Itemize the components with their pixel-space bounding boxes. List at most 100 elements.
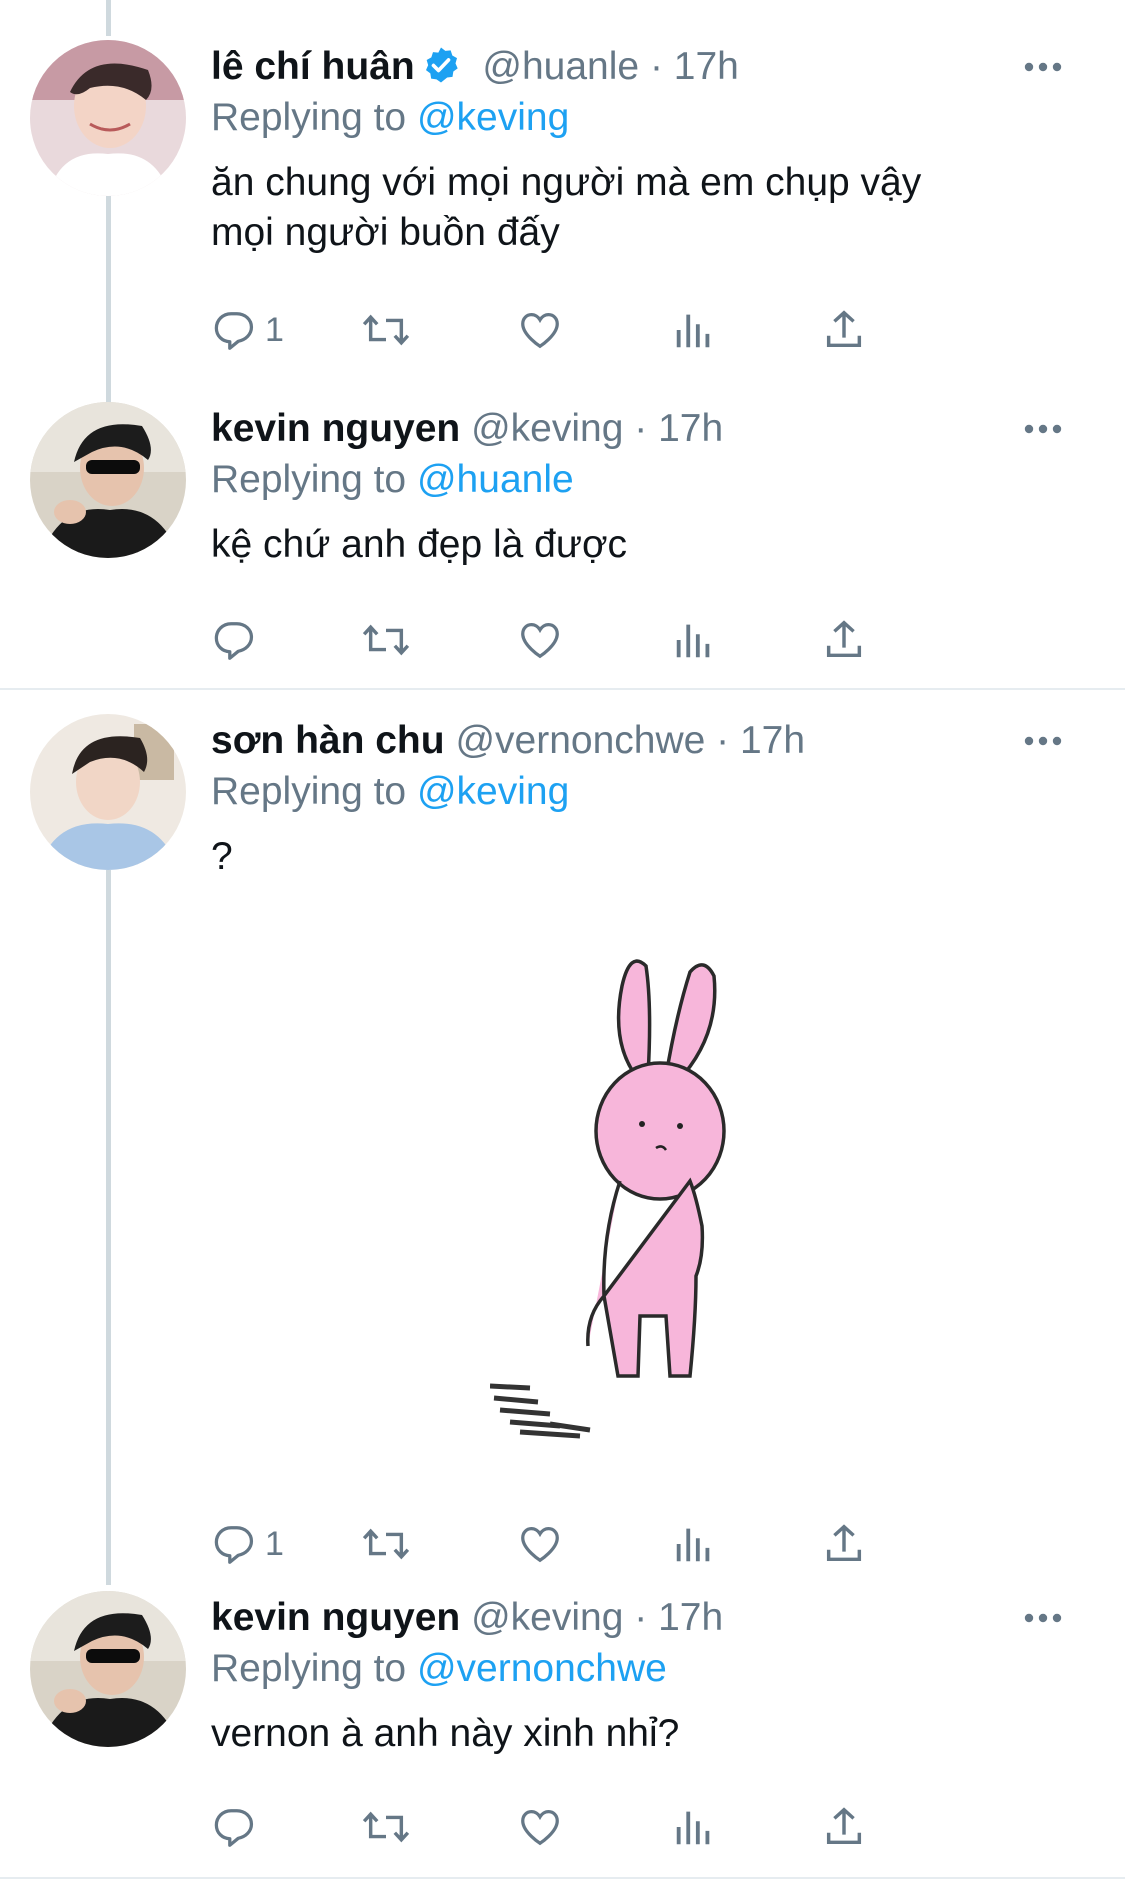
verified-badge-icon bbox=[421, 45, 461, 100]
tweet-text-line: vernon à anh này xinh nhỉ? bbox=[211, 1712, 680, 1755]
like-icon bbox=[517, 307, 563, 353]
analytics-icon bbox=[671, 307, 717, 353]
replying-label: Replying to bbox=[211, 458, 407, 501]
timestamp[interactable]: · 17h bbox=[716, 719, 805, 762]
avatar-photo bbox=[30, 714, 186, 870]
replying-to: Replying to @vernonchwe bbox=[211, 1645, 1101, 1693]
more-dots-icon[interactable] bbox=[1023, 1591, 1083, 1645]
replying-to: Replying to @keving bbox=[211, 768, 1101, 816]
action-bar bbox=[211, 610, 1111, 670]
retweet-icon bbox=[361, 617, 411, 663]
retweet-button[interactable] bbox=[361, 300, 411, 360]
retweet-icon bbox=[361, 1521, 411, 1567]
avatar[interactable] bbox=[30, 402, 186, 558]
analytics-button[interactable] bbox=[671, 610, 717, 670]
display-name[interactable]: sơn hàn chu bbox=[211, 719, 445, 762]
share-icon bbox=[821, 1804, 867, 1850]
avatar-photo bbox=[30, 40, 186, 196]
reply-count: 1 bbox=[265, 310, 284, 349]
like-button[interactable] bbox=[517, 300, 563, 360]
divider-bottom bbox=[0, 1877, 1125, 1879]
display-name[interactable]: kevin nguyen bbox=[211, 407, 460, 450]
like-button[interactable] bbox=[517, 1797, 563, 1857]
like-button[interactable] bbox=[517, 610, 563, 670]
replying-label: Replying to bbox=[211, 770, 407, 813]
avatar[interactable] bbox=[30, 714, 186, 870]
tweet-text-line: kệ chứ anh đẹp là được bbox=[211, 523, 628, 566]
retweet-icon bbox=[361, 307, 411, 353]
replying-to: Replying to @huanle bbox=[211, 456, 1101, 504]
action-bar: 1 bbox=[211, 300, 1111, 360]
timestamp[interactable]: · 17h bbox=[650, 45, 739, 88]
reply-icon bbox=[211, 1804, 257, 1850]
avatar-photo bbox=[30, 1591, 186, 1747]
tweet-text-line: ? bbox=[211, 835, 233, 878]
analytics-button[interactable] bbox=[671, 1797, 717, 1857]
handle[interactable]: @vernonchwe bbox=[455, 719, 705, 762]
share-button[interactable] bbox=[821, 1797, 867, 1857]
tweet-text: ? bbox=[211, 832, 1101, 882]
display-name[interactable]: kevin nguyen bbox=[211, 1596, 460, 1639]
avatar-photo bbox=[30, 402, 186, 558]
tweet-text-line: mọi người buồn đấy bbox=[211, 211, 560, 254]
mention-link[interactable]: @huanle bbox=[417, 458, 574, 501]
like-icon bbox=[517, 1521, 563, 1567]
handle[interactable]: @huanle bbox=[482, 45, 639, 88]
share-button[interactable] bbox=[821, 1514, 867, 1574]
retweet-icon bbox=[361, 1804, 411, 1850]
display-name[interactable]: lê chí huân bbox=[211, 45, 415, 88]
tweet[interactable]: lê chí huân @huanle · 17h Replying to @k… bbox=[0, 40, 1125, 370]
avatar[interactable] bbox=[30, 1591, 186, 1747]
like-icon bbox=[517, 1804, 563, 1850]
reply-icon bbox=[211, 307, 257, 353]
handle[interactable]: @keving bbox=[471, 1596, 623, 1639]
analytics-icon bbox=[671, 1521, 717, 1567]
reply-count: 1 bbox=[265, 1524, 284, 1563]
reply-icon bbox=[211, 617, 257, 663]
reply-icon bbox=[211, 1521, 257, 1567]
analytics-button[interactable] bbox=[671, 300, 717, 360]
avatar[interactable] bbox=[30, 40, 186, 196]
mention-link[interactable]: @keving bbox=[417, 96, 569, 139]
share-icon bbox=[821, 307, 867, 353]
share-icon bbox=[821, 1521, 867, 1567]
reply-button[interactable] bbox=[211, 610, 265, 670]
mention-link[interactable]: @vernonchwe bbox=[417, 1647, 667, 1690]
more-dots-icon[interactable] bbox=[1023, 714, 1083, 768]
analytics-icon bbox=[671, 617, 717, 663]
tweet[interactable]: kevin nguyen @keving · 17h Replying to @… bbox=[0, 1591, 1125, 1871]
timestamp[interactable]: · 17h bbox=[634, 1596, 723, 1639]
replying-to: Replying to @keving bbox=[211, 94, 1101, 142]
retweet-button[interactable] bbox=[361, 1797, 411, 1857]
tweet-text: vernon à anh này xinh nhỉ? bbox=[211, 1709, 1101, 1759]
divider bbox=[0, 688, 1125, 690]
more-dots-icon[interactable] bbox=[1023, 402, 1083, 456]
tweet[interactable]: kevin nguyen @keving · 17h Replying to @… bbox=[0, 402, 1125, 672]
retweet-button[interactable] bbox=[361, 1514, 411, 1574]
action-bar: 1 bbox=[211, 1514, 1111, 1574]
replying-label: Replying to bbox=[211, 1647, 407, 1690]
reply-button[interactable]: 1 bbox=[211, 1514, 284, 1574]
more-dots-icon[interactable] bbox=[1023, 40, 1083, 94]
thread-line-top bbox=[106, 0, 111, 36]
mention-link[interactable]: @keving bbox=[417, 770, 569, 813]
tweet-text: ăn chung với mọi người mà em chụp vậy mọ… bbox=[211, 158, 1101, 258]
reply-button[interactable]: 1 bbox=[211, 300, 284, 360]
share-icon bbox=[821, 617, 867, 663]
analytics-icon bbox=[671, 1804, 717, 1850]
share-button[interactable] bbox=[821, 300, 867, 360]
timestamp[interactable]: · 17h bbox=[634, 407, 723, 450]
pink-bunny-sticker bbox=[489, 959, 726, 1439]
handle[interactable]: @keving bbox=[471, 407, 623, 450]
reply-button[interactable] bbox=[211, 1797, 265, 1857]
retweet-button[interactable] bbox=[361, 610, 411, 670]
share-button[interactable] bbox=[821, 610, 867, 670]
tweet-text: kệ chứ anh đẹp là được bbox=[211, 520, 1101, 570]
replying-label: Replying to bbox=[211, 96, 407, 139]
like-button[interactable] bbox=[517, 1514, 563, 1574]
tweet[interactable]: sơn hàn chu @vernonchwe · 17h Replying t… bbox=[0, 714, 1125, 1574]
media-image[interactable] bbox=[489, 936, 780, 1456]
analytics-button[interactable] bbox=[671, 1514, 717, 1574]
action-bar bbox=[211, 1797, 1111, 1857]
tweet-text-line: ăn chung với mọi người mà em chụp vậy bbox=[211, 161, 922, 204]
